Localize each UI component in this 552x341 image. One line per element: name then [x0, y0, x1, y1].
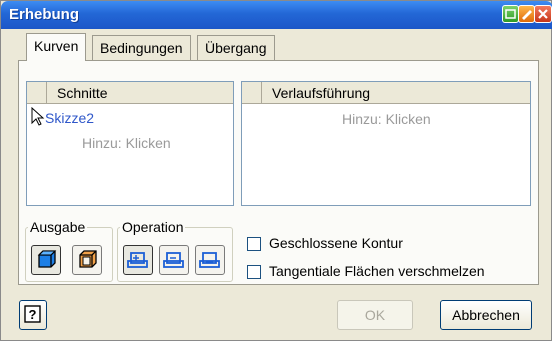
help-button[interactable]: ?: [19, 300, 47, 330]
tab-label: Übergang: [205, 40, 267, 56]
title-bar[interactable]: Erhebung: [1, 1, 552, 29]
merge-tangent-checkbox[interactable]: [247, 265, 261, 279]
solid-output-icon: [37, 250, 57, 268]
dialog-window: Erhebung Kurven Bedingungen Übergang Sch…: [0, 0, 552, 341]
tab-uebergang[interactable]: Übergang: [197, 35, 275, 61]
app-icon-button[interactable]: [502, 5, 519, 23]
surface-output-button[interactable]: [72, 245, 102, 275]
verlauf-header-label: Verlaufsführung: [272, 85, 371, 101]
window-title: Erhebung: [9, 6, 79, 23]
ok-label: OK: [364, 307, 386, 323]
schnitte-list[interactable]: Schnitte Skizze2 Hinzu: Klicken: [26, 81, 234, 206]
tab-kurven[interactable]: Kurven: [26, 33, 87, 61]
schnitte-header: Schnitte: [27, 82, 233, 104]
ausgabe-label: Ausgabe: [30, 219, 86, 235]
intersect-icon: [199, 252, 220, 268]
closed-contour-checkbox[interactable]: [247, 237, 261, 251]
verlauf-header: Verlaufsführung: [242, 82, 530, 104]
help-icon: ?: [24, 305, 41, 323]
cancel-label: Abbrechen: [452, 307, 520, 323]
intersect-button[interactable]: [195, 245, 225, 275]
solid-output-button[interactable]: [31, 245, 61, 275]
closed-contour-label[interactable]: Geschlossene Kontur: [269, 235, 403, 251]
cut-icon: [163, 252, 184, 268]
operation-label: Operation: [122, 219, 184, 235]
merge-tangent-label[interactable]: Tangentiale Flächen verschmelzen: [269, 263, 485, 279]
schnitte-header-label: Schnitte: [57, 85, 108, 101]
tools-button[interactable]: [518, 5, 535, 23]
surface-output-icon: [79, 250, 97, 268]
header-corner: [27, 82, 47, 103]
ok-button[interactable]: OK: [337, 300, 413, 330]
mouse-cursor-icon: [31, 106, 45, 130]
tab-label: Kurven: [34, 38, 79, 54]
list-item-skizze2[interactable]: Skizze2: [45, 110, 94, 126]
schnitte-add-hint[interactable]: Hinzu: Klicken: [82, 135, 171, 151]
inventor-app-icon: [505, 9, 516, 19]
header-corner: [242, 82, 262, 103]
pencil-icon: [522, 10, 532, 20]
cut-button[interactable]: [159, 245, 189, 275]
join-button[interactable]: [123, 245, 153, 275]
tab-label: Bedingungen: [100, 40, 183, 56]
svg-text:?: ?: [29, 307, 37, 322]
close-icon: [538, 9, 548, 19]
verlauf-add-hint[interactable]: Hinzu: Klicken: [342, 111, 431, 127]
close-button[interactable]: [534, 5, 552, 23]
verlauf-list[interactable]: Verlaufsführung Hinzu: Klicken: [241, 81, 531, 206]
cancel-button[interactable]: Abbrechen: [440, 300, 532, 330]
tab-bedingungen[interactable]: Bedingungen: [92, 35, 191, 61]
join-icon: [127, 252, 148, 268]
